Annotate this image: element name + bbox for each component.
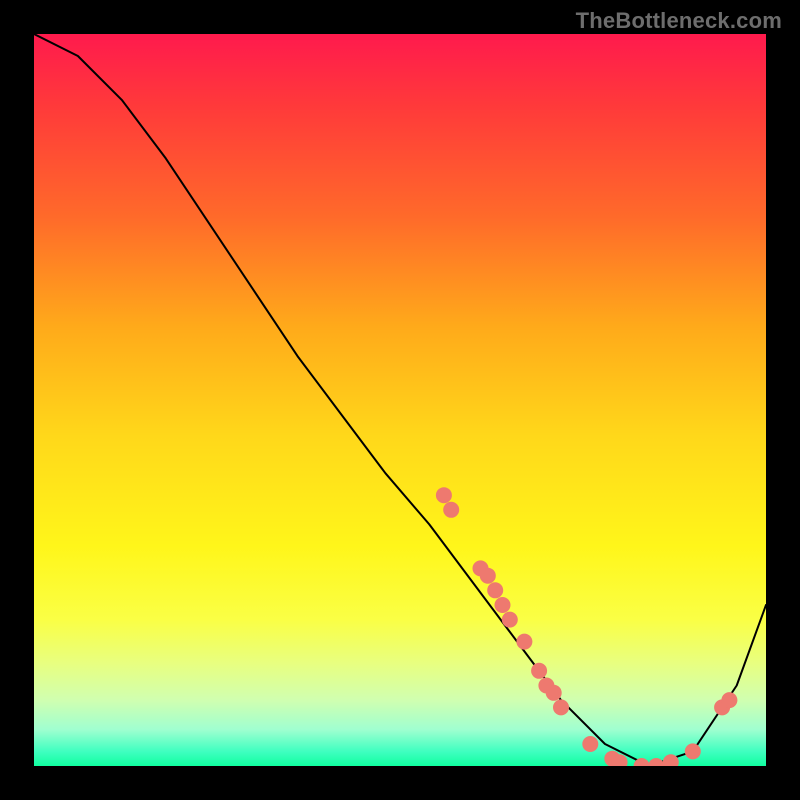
chart-svg <box>34 34 766 766</box>
bottleneck-curve <box>34 34 766 766</box>
data-point <box>516 634 532 650</box>
plot-area <box>34 34 766 766</box>
data-point <box>546 685 562 701</box>
watermark-text: TheBottleneck.com <box>576 8 782 34</box>
chart-container: TheBottleneck.com <box>0 0 800 800</box>
data-point <box>582 736 598 752</box>
data-point <box>443 502 459 518</box>
data-point <box>502 612 518 628</box>
data-point <box>685 743 701 759</box>
data-point <box>553 699 569 715</box>
data-points <box>436 487 738 766</box>
data-point <box>436 487 452 503</box>
data-point <box>487 582 503 598</box>
data-point <box>531 663 547 679</box>
data-point <box>480 568 496 584</box>
data-point <box>648 758 664 766</box>
data-point <box>495 597 511 613</box>
data-point <box>721 692 737 708</box>
